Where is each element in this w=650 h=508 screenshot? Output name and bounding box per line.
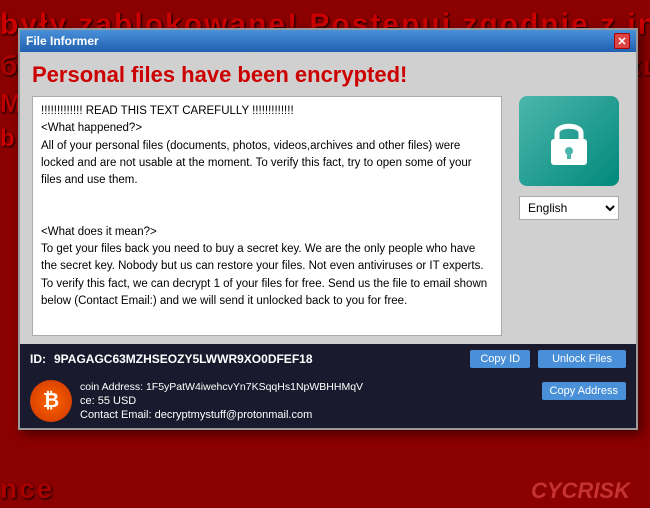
message-text-area[interactable]: !!!!!!!!!!!!! READ THIS TEXT CAREFULLY !… xyxy=(32,96,502,336)
bitcoin-bar: ₿ coin Address: 1F5yPatW4iwehcvYn7KSqqHs… xyxy=(20,374,636,428)
close-button[interactable]: ✕ xyxy=(614,33,630,49)
lock-icon-container xyxy=(519,96,619,186)
dialog-title: File Informer xyxy=(26,34,99,48)
address-value: 1F5yPatW4iwehcvYn7KSqqHs1NpWBHHMqV xyxy=(146,381,363,393)
language-selector[interactable]: English Russian Polish German French Spa… xyxy=(519,196,619,220)
dialog-titlebar: File Informer ✕ xyxy=(20,30,636,52)
bitcoin-email: Contact Email: decryptmystuff@protonmail… xyxy=(80,409,534,421)
lock-icon xyxy=(539,111,599,171)
message-content: !!!!!!!!!!!!! READ THIS TEXT CAREFULLY !… xyxy=(41,103,493,336)
bitcoin-price: ce: 55 USD xyxy=(80,395,534,407)
content-area: !!!!!!!!!!!!! READ THIS TEXT CAREFULLY !… xyxy=(32,96,624,336)
id-value: 9PAGAGC63MZHSEOZY5LWWR9XO0DFEF18 xyxy=(54,352,462,366)
ransomware-dialog: File Informer ✕ Personal files have been… xyxy=(18,28,638,430)
bitcoin-icon: ₿ xyxy=(30,380,72,422)
bitcoin-info: coin Address: 1F5yPatW4iwehcvYn7KSqqHs1N… xyxy=(80,381,534,421)
copy-id-button[interactable]: Copy ID xyxy=(470,350,530,368)
main-heading: Personal files have been encrypted! xyxy=(32,62,624,88)
id-label: ID: xyxy=(30,352,46,366)
bitcoin-address: coin Address: 1F5yPatW4iwehcvYn7KSqqHs1N… xyxy=(80,381,534,393)
address-label: coin Address: xyxy=(80,381,146,393)
dialog-body: Personal files have been encrypted! !!!!… xyxy=(20,52,636,344)
copy-address-button[interactable]: Copy Address xyxy=(542,382,626,400)
unlock-files-button[interactable]: Unlock Files xyxy=(538,350,626,368)
right-panel: English Russian Polish German French Spa… xyxy=(514,96,624,336)
id-bar: ID: 9PAGAGC63MZHSEOZY5LWWR9XO0DFEF18 Cop… xyxy=(20,344,636,374)
